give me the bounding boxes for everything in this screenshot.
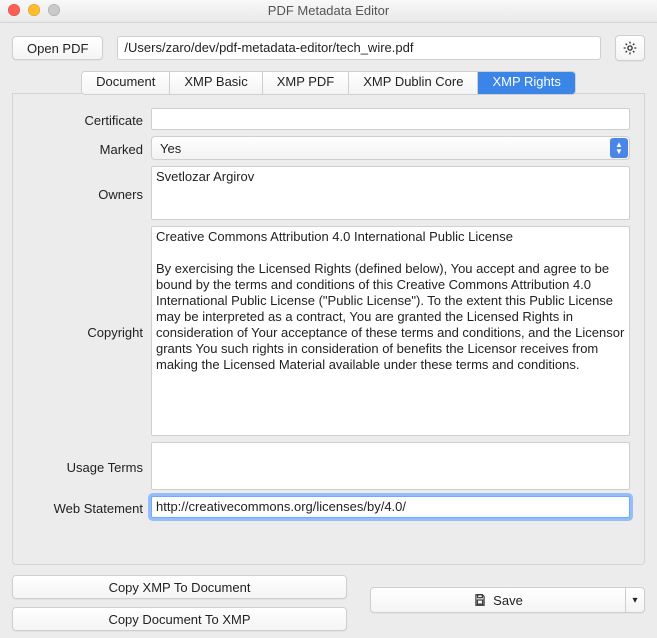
form-panel: Certificate Marked Yes ▲▼ Owners Svetloz… xyxy=(12,93,645,565)
tab-xmp-dublin-core[interactable]: XMP Dublin Core xyxy=(349,72,478,94)
tab-label: XMP Rights xyxy=(492,74,560,89)
web-statement-value: http://creativecommons.org/licenses/by/4… xyxy=(156,499,406,514)
minimize-window-button[interactable] xyxy=(28,4,40,16)
save-icon xyxy=(473,593,487,607)
open-pdf-label: Open PDF xyxy=(27,41,88,56)
close-window-button[interactable] xyxy=(8,4,20,16)
certificate-input[interactable] xyxy=(151,108,630,130)
marked-value: Yes xyxy=(160,141,181,156)
save-button-group: Save ▾ xyxy=(370,587,645,613)
row-marked: Marked Yes ▲▼ xyxy=(27,136,630,160)
select-arrows-icon: ▲▼ xyxy=(610,138,628,158)
owners-value: Svetlozar Argirov xyxy=(156,169,254,184)
tab-document[interactable]: Document xyxy=(82,72,170,94)
file-row: Open PDF /Users/zaro/dev/pdf-metadata-ed… xyxy=(12,31,645,65)
usage-terms-input[interactable] xyxy=(151,442,630,490)
gear-icon xyxy=(622,40,638,56)
open-pdf-button[interactable]: Open PDF xyxy=(12,36,103,60)
row-usage-terms: Usage Terms xyxy=(27,442,630,490)
copy-xmp-to-document-button[interactable]: Copy XMP To Document xyxy=(12,575,347,599)
row-web-statement: Web Statement http://creativecommons.org… xyxy=(27,496,630,518)
tab-xmp-pdf[interactable]: XMP PDF xyxy=(263,72,350,94)
file-path-text: /Users/zaro/dev/pdf-metadata-editor/tech… xyxy=(124,40,413,55)
label-web-statement: Web Statement xyxy=(27,499,151,516)
tab-label: XMP Basic xyxy=(184,74,247,89)
content-area: Open PDF /Users/zaro/dev/pdf-metadata-ed… xyxy=(0,23,657,638)
label-usage-terms: Usage Terms xyxy=(27,458,151,475)
row-owners: Owners Svetlozar Argirov xyxy=(27,166,630,220)
tab-bar: Document XMP Basic XMP PDF XMP Dublin Co… xyxy=(12,71,645,93)
copyright-input[interactable]: Creative Commons Attribution 4.0 Interna… xyxy=(151,226,630,436)
tab-label: XMP Dublin Core xyxy=(363,74,463,89)
chevron-down-icon: ▾ xyxy=(632,595,637,606)
tab-xmp-basic[interactable]: XMP Basic xyxy=(170,72,262,94)
label-owners: Owners xyxy=(27,185,151,202)
copy-document-to-xmp-button[interactable]: Copy Document To XMP xyxy=(12,607,347,631)
web-statement-input[interactable]: http://creativecommons.org/licenses/by/4… xyxy=(151,496,630,518)
tab-group: Document XMP Basic XMP PDF XMP Dublin Co… xyxy=(81,71,576,95)
file-path-field[interactable]: /Users/zaro/dev/pdf-metadata-editor/tech… xyxy=(117,36,601,60)
window-controls xyxy=(8,4,60,16)
save-button[interactable]: Save xyxy=(370,587,626,613)
copy-xmp-to-document-label: Copy XMP To Document xyxy=(109,580,251,595)
label-certificate: Certificate xyxy=(27,111,151,128)
save-dropdown-button[interactable]: ▾ xyxy=(626,587,645,613)
tab-label: XMP PDF xyxy=(277,74,335,89)
bottom-bar: Copy XMP To Document Copy Document To XM… xyxy=(12,575,645,631)
tab-label: Document xyxy=(96,74,155,89)
left-button-stack: Copy XMP To Document Copy Document To XM… xyxy=(12,575,317,631)
titlebar: PDF Metadata Editor xyxy=(0,0,657,23)
row-certificate: Certificate xyxy=(27,108,630,130)
copyright-value: Creative Commons Attribution 4.0 Interna… xyxy=(156,229,628,372)
save-label: Save xyxy=(493,593,523,608)
marked-select[interactable]: Yes ▲▼ xyxy=(151,136,630,160)
label-marked: Marked xyxy=(27,140,151,157)
settings-button[interactable] xyxy=(615,35,645,61)
tab-xmp-rights[interactable]: XMP Rights xyxy=(478,72,574,94)
copy-document-to-xmp-label: Copy Document To XMP xyxy=(108,612,250,627)
window-title: PDF Metadata Editor xyxy=(268,3,389,18)
maximize-window-button[interactable] xyxy=(48,4,60,16)
owners-input[interactable]: Svetlozar Argirov xyxy=(151,166,630,220)
row-copyright: Copyright Creative Commons Attribution 4… xyxy=(27,226,630,436)
label-copyright: Copyright xyxy=(27,323,151,340)
